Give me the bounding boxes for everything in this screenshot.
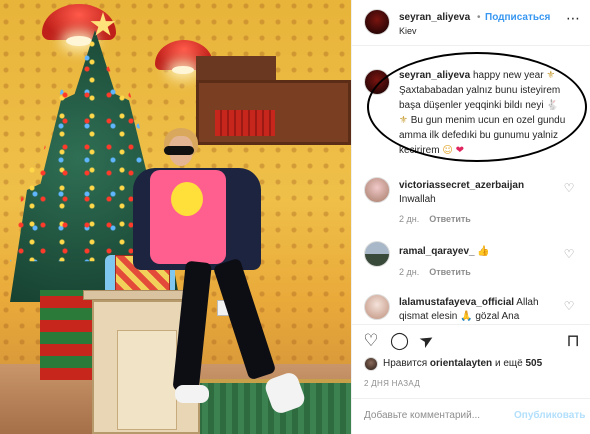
author-username[interactable]: seyran_aliyeva: [399, 12, 470, 23]
caption-text: Bu gun menim ucun en ozel gundu amma ilk…: [399, 115, 566, 156]
red-heart-icon: ❤: [455, 145, 464, 156]
likes-prefix: Нравится: [383, 358, 428, 369]
likes-count[interactable]: 505: [525, 358, 542, 369]
comment-item: victoriassecret_azerbaijan Inwallah: [399, 179, 569, 207]
post-header: seyran_aliyeva • Подписаться Kiev ⋯: [352, 0, 590, 46]
comment-username[interactable]: victoriassecret_azerbaijan: [399, 180, 524, 191]
caption-text: Şaxtababadan yalnız bunu isteyirem başa …: [399, 85, 561, 111]
caption-username[interactable]: seyran_aliyeva: [399, 70, 470, 81]
post-date[interactable]: 2 ДНЯ НАЗАД: [364, 379, 420, 388]
books: [215, 110, 275, 136]
comment-icon[interactable]: ◯: [390, 332, 409, 350]
smile-icon: ☺: [442, 145, 453, 156]
follow-button[interactable]: Подписаться: [485, 12, 550, 23]
rabbit-icon: 🐇: [546, 100, 559, 111]
reply-button[interactable]: Ответить: [429, 214, 471, 224]
comment-like-icon[interactable]: ♡: [563, 300, 575, 312]
comment-item: ramal_qarayev_ 👍: [399, 245, 569, 259]
publish-button[interactable]: Опубликовать: [514, 410, 585, 421]
more-options-icon[interactable]: ⋯: [566, 11, 580, 27]
comment-form: Опубликовать: [352, 398, 590, 434]
caption-text: happy new year: [472, 70, 544, 81]
location-link[interactable]: Kiev: [399, 26, 417, 36]
bookmark-icon[interactable]: ⊓: [564, 332, 582, 350]
comment-time[interactable]: 2 дн.: [399, 214, 419, 224]
caption-avatar[interactable]: [364, 69, 390, 95]
comment-meta: 2 дн. Ответить: [399, 214, 471, 224]
like-heart-icon[interactable]: ♡: [362, 332, 380, 350]
action-bar: ♡ ◯ ➤ ⊓: [352, 324, 590, 354]
comment-input[interactable]: [364, 410, 504, 421]
sneaker: [175, 385, 209, 403]
comment-username[interactable]: ramal_qarayev_: [399, 246, 475, 257]
comment-text: Inwallah: [399, 194, 436, 205]
comment-meta: 2 дн. Ответить: [399, 267, 471, 277]
comment-item: lalamustafayeva_official Allah qismat el…: [399, 296, 569, 324]
separator-dot: •: [477, 12, 481, 23]
likes-middle: и ещё: [494, 358, 523, 369]
liker-avatar[interactable]: [364, 357, 378, 371]
gift-boxes: [40, 290, 100, 380]
post-caption: seyran_aliyeva happy new year ⚜ Şaxtabab…: [399, 68, 577, 158]
comment-username[interactable]: lalamustafayeva_official: [399, 297, 514, 308]
comment-like-icon[interactable]: ♡: [563, 248, 575, 260]
likes-summary: Нравится orientalayten и ещё 505: [383, 358, 542, 369]
share-icon[interactable]: ➤: [415, 329, 440, 354]
comment-avatar[interactable]: [364, 294, 390, 320]
reply-button[interactable]: Ответить: [429, 267, 471, 277]
post-sidebar: seyran_aliyeva • Подписаться Kiev ⋯ seyr…: [351, 0, 590, 434]
fleur-de-lis-icon: ⚜: [546, 70, 556, 81]
comment-avatar[interactable]: [364, 177, 390, 203]
tweety-print: [171, 182, 203, 216]
liker-username[interactable]: orientalayten: [430, 358, 492, 369]
post-photo[interactable]: [0, 0, 351, 434]
comment-like-icon[interactable]: ♡: [563, 182, 575, 194]
sunglasses: [164, 146, 194, 155]
comment-text: gözal Ana: [475, 311, 520, 322]
fleur-de-lis-icon: ⚜: [399, 115, 408, 126]
author-avatar[interactable]: [364, 9, 390, 35]
thumbs-up-icon: 👍: [477, 246, 490, 257]
comment-time[interactable]: 2 дн.: [399, 267, 419, 277]
comment-avatar[interactable]: [364, 241, 390, 267]
praying-hands-icon: 🙏: [460, 311, 473, 322]
